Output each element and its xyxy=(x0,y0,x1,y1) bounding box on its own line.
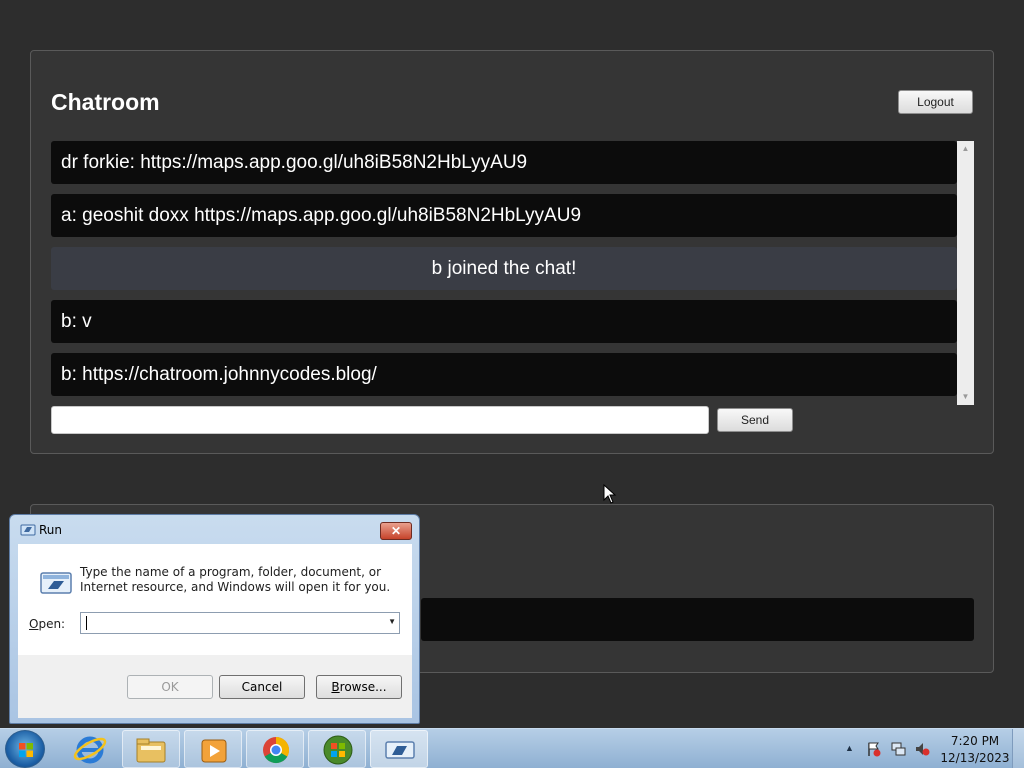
system-message: b joined the chat! xyxy=(51,247,957,290)
media-player-icon[interactable] xyxy=(184,730,242,768)
chat-message: dr forkie: https://maps.app.goo.gl/uh8iB… xyxy=(51,141,957,184)
run-dialog-body: Type the name of a program, folder, docu… xyxy=(18,544,412,718)
clock-date[interactable]: 12/13/2023 xyxy=(940,751,1010,765)
chat-message: a: geoshit doxx https://maps.app.goo.gl/… xyxy=(51,194,957,237)
run-dialog: Run ✕ Type the name of a program, folder… xyxy=(9,514,420,724)
show-hidden-icons-icon[interactable]: ▲ xyxy=(845,743,854,753)
volume-muted-icon[interactable] xyxy=(914,741,930,757)
open-label-rest: pen: xyxy=(38,617,66,631)
browse-button[interactable]: Browse... xyxy=(316,675,402,699)
chat-message: b: v xyxy=(51,300,957,343)
chat-title: Chatroom xyxy=(51,89,160,115)
message-scrollbar[interactable]: ▲ ▼ xyxy=(957,141,974,405)
mouse-cursor-icon xyxy=(603,484,617,504)
internet-explorer-icon[interactable] xyxy=(62,730,120,768)
scroll-up-arrow-icon[interactable]: ▲ xyxy=(957,143,974,155)
dropdown-arrow-icon[interactable]: ▼ xyxy=(388,617,396,626)
windows-logo-icon[interactable] xyxy=(308,730,366,768)
open-label: Open: xyxy=(29,617,65,631)
windows-explorer-icon[interactable] xyxy=(122,730,180,768)
logout-button[interactable]: Logout xyxy=(898,90,973,114)
chat-panel: Chatroom Logout dr forkie: https://maps.… xyxy=(30,50,994,454)
run-title-icon xyxy=(20,524,36,536)
open-combobox[interactable]: ▼ xyxy=(80,612,400,634)
start-button[interactable] xyxy=(5,730,45,768)
run-dialog-content: Type the name of a program, folder, docu… xyxy=(18,544,412,655)
cancel-button[interactable]: Cancel xyxy=(219,675,305,699)
send-button[interactable]: Send xyxy=(717,408,793,432)
run-taskbar-icon[interactable] xyxy=(370,730,428,768)
clock-time[interactable]: 7:20 PM xyxy=(944,734,1006,748)
secondary-panel-bar xyxy=(421,598,974,641)
windows-flag-icon xyxy=(19,743,33,757)
message-list: dr forkie: https://maps.app.goo.gl/uh8iB… xyxy=(51,141,957,405)
ok-button[interactable]: OK xyxy=(127,675,213,699)
run-dialog-title: Run xyxy=(39,523,63,537)
text-caret xyxy=(86,616,87,630)
browse-accel: B xyxy=(331,680,340,694)
show-desktop-button[interactable] xyxy=(1012,729,1024,768)
taskbar: ▲ 7:20 PM 12/13/2023 xyxy=(0,728,1024,768)
run-description: Type the name of a program, folder, docu… xyxy=(80,565,391,594)
browse-rest: rowse... xyxy=(339,680,387,694)
chrome-icon[interactable] xyxy=(246,730,304,768)
network-icon[interactable] xyxy=(890,741,906,757)
run-program-icon xyxy=(40,572,72,594)
chat-message: b: https://chatroom.johnnycodes.blog/ xyxy=(51,353,957,396)
close-button[interactable]: ✕ xyxy=(380,522,412,540)
message-input[interactable] xyxy=(51,406,709,434)
action-center-flag-icon[interactable] xyxy=(866,741,882,757)
scroll-down-arrow-icon[interactable]: ▼ xyxy=(957,391,974,403)
